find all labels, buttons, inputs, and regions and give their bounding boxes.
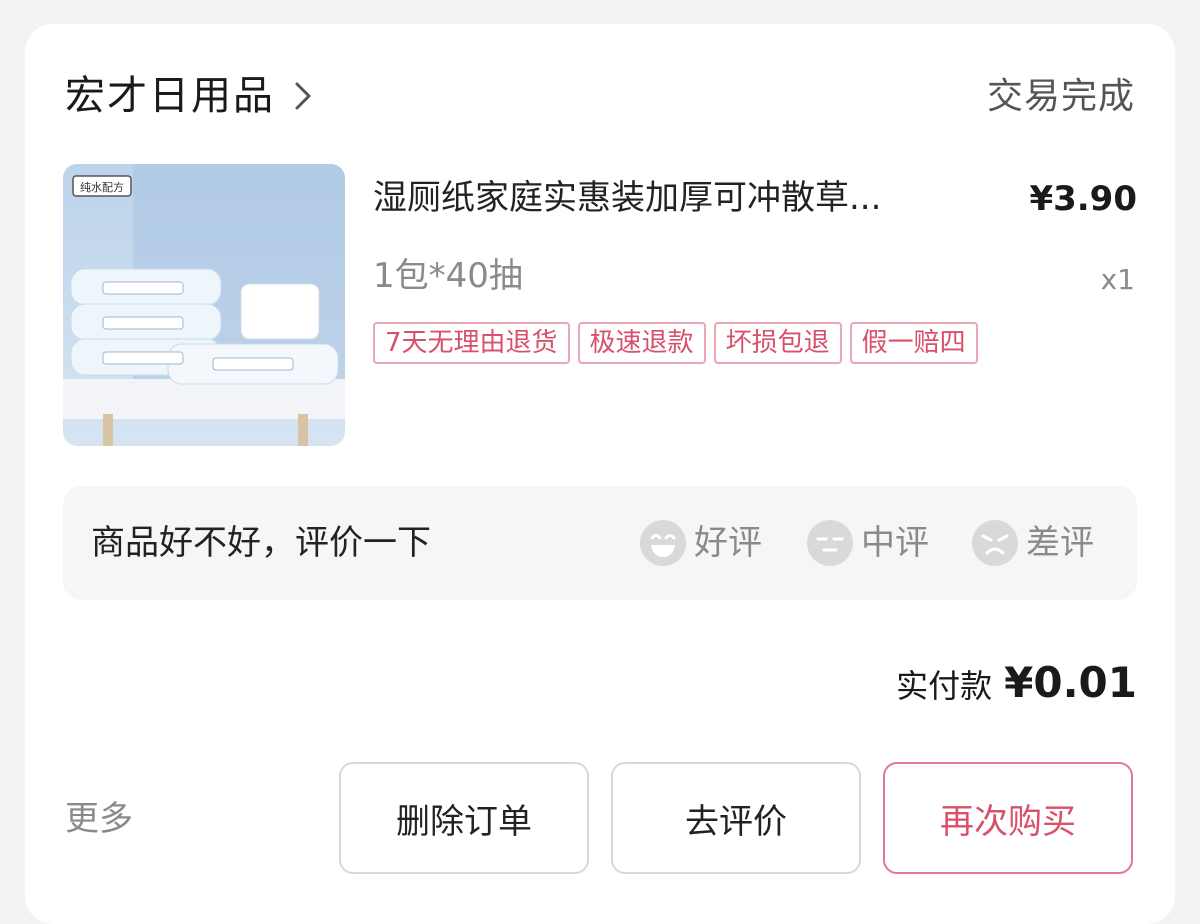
review-bar: 商品好不好，评价一下 好评 中评 差评 (63, 486, 1137, 600)
product-quantity: x1 (1100, 263, 1135, 296)
shop-name: 宏才日用品 (65, 73, 275, 119)
service-tag: 7天无理由退货 (373, 322, 570, 364)
paid-label: 实付款 (896, 667, 993, 705)
rate-neutral-button[interactable]: 中评 (805, 518, 929, 568)
service-tag: 坏损包退 (713, 322, 842, 364)
shop-link[interactable]: 宏才日用品 (65, 70, 315, 122)
rate-bad-label: 差评 (1026, 523, 1094, 563)
write-review-button[interactable]: 去评价 (611, 762, 861, 874)
product-thumbnail[interactable]: 纯水配方 (63, 164, 345, 446)
review-prompt: 商品好不好，评价一下 (91, 523, 431, 563)
neutral-face-icon (807, 520, 853, 566)
service-tags: 7天无理由退货 极速退款 坏损包退 假一赔四 (373, 322, 978, 364)
more-link[interactable]: 更多 (65, 796, 133, 842)
service-tag: 极速退款 (577, 322, 706, 364)
buy-again-button[interactable]: 再次购买 (883, 762, 1133, 874)
chevron-right-icon (295, 82, 311, 110)
rate-neutral-label: 中评 (861, 523, 929, 563)
delete-order-button[interactable]: 删除订单 (339, 762, 589, 874)
rate-bad-button[interactable]: 差评 (970, 518, 1094, 568)
payment-summary: 实付款 ¥0.01 (896, 658, 1137, 707)
paid-amount: ¥0.01 (1004, 658, 1137, 707)
wet-wipes-product-image: 纯水配方 (63, 164, 345, 446)
product-price: ¥3.90 (1029, 179, 1137, 219)
product-spec: 1包*40抽 (373, 256, 523, 296)
order-status: 交易完成 (986, 76, 1135, 117)
order-card: 宏才日用品 交易完成 纯水配方 湿厕纸家庭实惠装加厚可冲散草... ¥3.90 … (25, 24, 1175, 924)
frown-face-icon (972, 520, 1018, 566)
rate-good-label: 好评 (694, 523, 762, 563)
smile-face-icon (640, 520, 686, 566)
rate-good-button[interactable]: 好评 (638, 518, 762, 568)
product-badge: 纯水配方 (80, 180, 124, 194)
product-title[interactable]: 湿厕纸家庭实惠装加厚可冲散草... (373, 174, 993, 222)
service-tag: 假一赔四 (849, 322, 978, 364)
